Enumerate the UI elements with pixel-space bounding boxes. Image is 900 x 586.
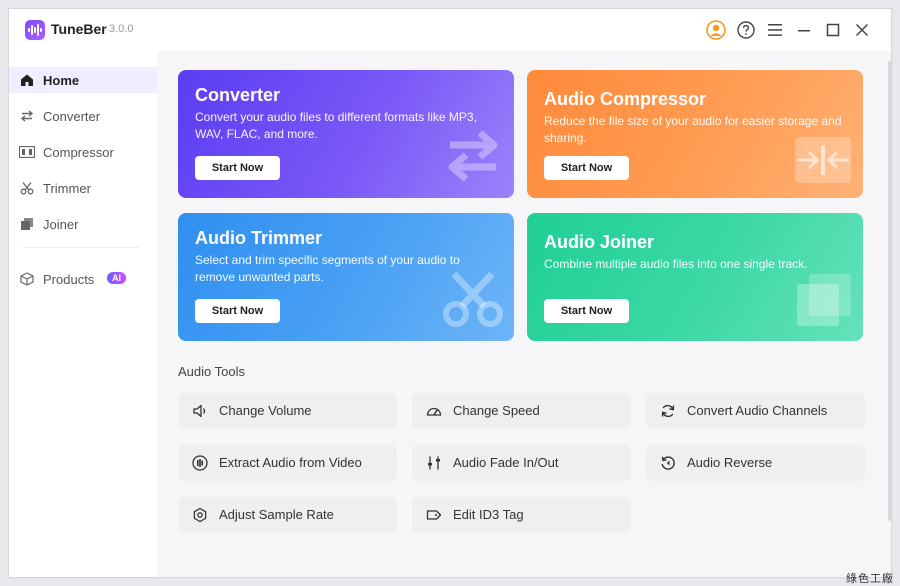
sample-rate-icon: [192, 507, 208, 523]
convert-arrows-icon: [19, 108, 35, 124]
user-account-icon[interactable]: [705, 19, 727, 41]
tool-change-speed[interactable]: Change Speed: [412, 393, 631, 429]
minimize-icon[interactable]: [793, 19, 815, 41]
title-bar: TuneBer 3.0.0: [9, 9, 891, 51]
sidebar-item-label: Trimmer: [43, 181, 91, 196]
stack-icon: [19, 216, 35, 232]
ai-badge: AI: [107, 272, 126, 284]
audio-joiner-card[interactable]: Audio Joiner Combine multiple audio file…: [527, 213, 863, 341]
app-name: TuneBer: [51, 21, 107, 37]
stack-icon: [795, 272, 853, 333]
sidebar-item-label: Home: [43, 73, 80, 88]
tool-label: Convert Audio Channels: [687, 403, 828, 418]
tool-label: Edit ID3 Tag: [453, 507, 524, 522]
speaker-icon: [192, 403, 208, 419]
close-icon[interactable]: [851, 19, 873, 41]
sidebar-item-products[interactable]: Products AI: [9, 266, 157, 292]
maximize-icon[interactable]: [822, 19, 844, 41]
card-description: Combine multiple audio files into one si…: [544, 257, 808, 271]
tool-edit-id3-tag[interactable]: Edit ID3 Tag: [412, 497, 631, 533]
tool-label: Change Speed: [453, 403, 540, 418]
menu-icon[interactable]: [764, 19, 786, 41]
sidebar: Home Converter Compressor Trimmer Joiner: [9, 51, 157, 577]
converter-card[interactable]: Converter Convert your audio files to di…: [178, 70, 514, 198]
watermark: 綠色工廠: [846, 573, 894, 585]
scrollbar[interactable]: [887, 51, 891, 577]
compressor-start-button[interactable]: Start Now: [544, 156, 629, 180]
speedometer-icon: [426, 403, 442, 419]
sidebar-item-compressor[interactable]: Compressor: [9, 139, 157, 165]
rotate-icon: [660, 403, 676, 419]
tool-audio-fade-in-out[interactable]: Audio Fade In/Out: [412, 445, 631, 481]
home-icon: [19, 72, 35, 88]
sidebar-item-trimmer[interactable]: Trimmer: [9, 175, 157, 201]
tool-label: Change Volume: [219, 403, 312, 418]
app-logo-icon: [25, 20, 45, 40]
help-icon[interactable]: [735, 19, 757, 41]
joiner-start-button[interactable]: Start Now: [544, 299, 629, 323]
sidebar-item-label: Converter: [43, 109, 101, 124]
tool-label: Audio Reverse: [687, 455, 773, 470]
card-title: Audio Compressor: [544, 89, 707, 109]
sidebar-item-converter[interactable]: Converter: [9, 103, 157, 129]
card-title: Audio Trimmer: [195, 228, 323, 248]
scissors-icon: [442, 270, 504, 333]
compress-icon: [19, 144, 35, 160]
audio-trimmer-card[interactable]: Audio Trimmer Select and trim specific s…: [178, 213, 514, 341]
tool-change-volume[interactable]: Change Volume: [178, 393, 397, 429]
tool-label: Adjust Sample Rate: [219, 507, 334, 522]
audio-compressor-card[interactable]: Audio Compressor Reduce the file size of…: [527, 70, 863, 198]
tool-audio-reverse[interactable]: Audio Reverse: [646, 445, 865, 481]
sidebar-item-label: Compressor: [43, 145, 114, 160]
tag-icon: [426, 507, 442, 523]
sidebar-item-home[interactable]: Home: [9, 67, 157, 93]
scissors-icon: [19, 180, 35, 196]
tool-adjust-sample-rate[interactable]: Adjust Sample Rate: [178, 497, 397, 533]
converter-start-button[interactable]: Start Now: [195, 156, 280, 180]
sidebar-item-label: Products: [43, 272, 95, 287]
audio-tools-heading: Audio Tools: [178, 364, 245, 379]
tool-label: Extract Audio from Video: [219, 455, 362, 470]
compress-icon: [793, 135, 853, 190]
app-window: TuneBer 3.0.0 Home Converter Compressor …: [8, 8, 892, 578]
reverse-icon: [660, 455, 676, 471]
trimmer-start-button[interactable]: Start Now: [195, 299, 280, 323]
sidebar-item-label: Joiner: [43, 217, 79, 232]
tool-convert-audio-channels[interactable]: Convert Audio Channels: [646, 393, 865, 429]
card-title: Converter: [195, 85, 281, 105]
convert-arrows-icon: [442, 127, 504, 190]
audio-extract-icon: [192, 455, 208, 471]
sidebar-divider: [23, 247, 139, 248]
cube-icon: [19, 271, 35, 287]
sliders-icon: [426, 455, 442, 471]
scrollbar-thumb[interactable]: [888, 61, 891, 521]
app-version: 3.0.0: [109, 23, 134, 35]
tool-extract-audio-from-video[interactable]: Extract Audio from Video: [178, 445, 397, 481]
card-title: Audio Joiner: [544, 232, 655, 252]
tool-label: Audio Fade In/Out: [453, 455, 559, 470]
sidebar-item-joiner[interactable]: Joiner: [9, 211, 157, 237]
